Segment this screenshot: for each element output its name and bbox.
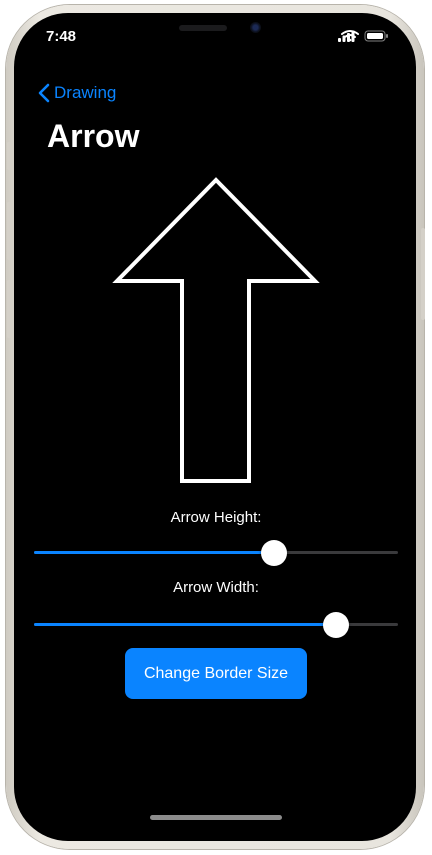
arrow-width-label: Arrow Width: xyxy=(173,579,259,596)
slider-thumb[interactable] xyxy=(261,540,288,566)
volume-up-button xyxy=(7,202,11,260)
home-indicator xyxy=(150,815,282,820)
speaker-grille xyxy=(179,25,227,31)
chevron-left-icon xyxy=(38,83,50,103)
arrow-drawing xyxy=(112,177,320,483)
power-button xyxy=(421,228,425,320)
status-icons xyxy=(338,29,390,48)
back-button[interactable]: Drawing xyxy=(38,81,116,105)
front-camera xyxy=(250,22,261,33)
slider-fill xyxy=(34,623,337,626)
back-label: Drawing xyxy=(54,83,117,102)
battery-icon xyxy=(364,30,388,42)
arrow-width-slider[interactable] xyxy=(34,610,398,640)
volume-down-button xyxy=(7,280,11,338)
slider-fill xyxy=(34,551,275,554)
mute-switch xyxy=(7,142,11,170)
change-border-size-button[interactable]: Change Border Size xyxy=(125,648,307,699)
arrow-shape xyxy=(112,177,320,483)
arrow-height-slider[interactable] xyxy=(34,538,398,568)
slider-thumb[interactable] xyxy=(323,612,350,638)
status-time: 7:48 xyxy=(46,28,77,45)
page-title: Arrow xyxy=(47,118,140,154)
arrow-height-label: Arrow Height: xyxy=(170,509,262,526)
